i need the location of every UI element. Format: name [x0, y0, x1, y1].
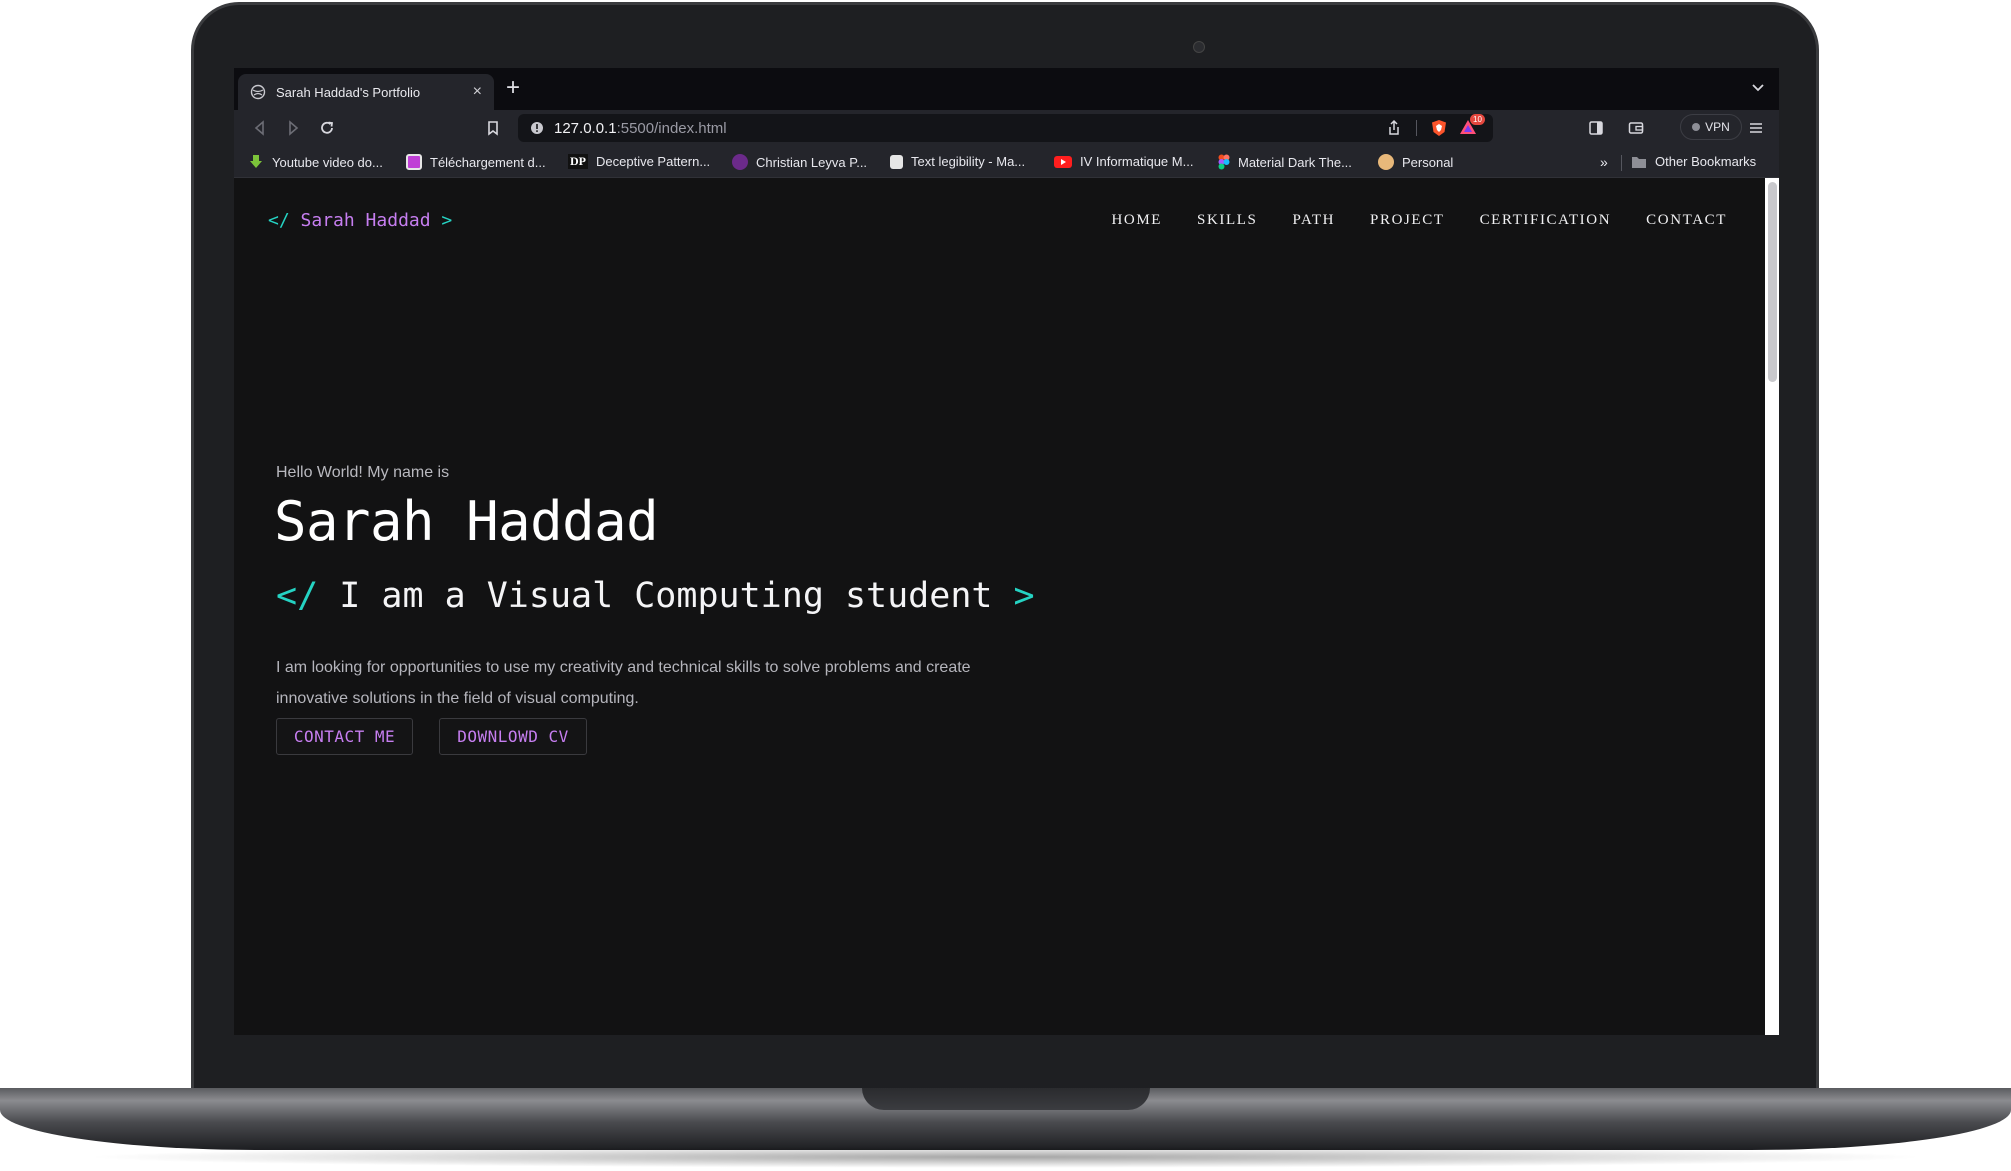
url-path: :5500/index.html — [616, 119, 727, 137]
bookmark-label: Material Dark The... — [1238, 154, 1352, 170]
sidebar-icon[interactable] — [1587, 119, 1605, 137]
laptop-mockup: Sarah Haddad's Portfolio × + 127.0.0.1:… — [0, 0, 2011, 1171]
tab-portfolio[interactable]: Sarah Haddad's Portfolio × — [238, 74, 494, 110]
role-text: I am a Visual Computing student — [339, 576, 993, 616]
white-square-icon — [890, 154, 903, 169]
dp-logo-icon: DP — [568, 154, 588, 169]
vpn-button[interactable]: VPN — [1680, 114, 1742, 140]
bookmark-item[interactable]: Téléchargement d... — [406, 154, 546, 170]
bookmark-item[interactable]: Material Dark The... — [1218, 154, 1352, 170]
url-host: 127.0.0.1 — [554, 119, 617, 137]
forward-icon[interactable] — [284, 119, 302, 137]
brave-shield-icon[interactable] — [1430, 119, 1448, 137]
back-icon[interactable] — [251, 119, 269, 137]
browser-toolbar: 127.0.0.1:5500/index.html 10 VPN — [234, 110, 1779, 146]
green-download-icon — [250, 155, 262, 168]
brave-rewards-button[interactable]: 10 — [1456, 114, 1488, 137]
other-bookmarks-folder[interactable]: Other Bookmarks — [1631, 154, 1756, 169]
address-bar[interactable]: 127.0.0.1:5500/index.html — [518, 114, 1493, 142]
bookmarks-divider — [1621, 155, 1622, 171]
bookmark-label: Youtube video do... — [272, 154, 383, 170]
figma-icon — [1218, 154, 1230, 170]
bookmark-item[interactable]: DP Deceptive Pattern... — [568, 154, 710, 169]
logo-bracket-close: > — [441, 210, 453, 231]
hero-role: </ I am a Visual Computing student > — [276, 576, 1035, 616]
tab-title: Sarah Haddad's Portfolio — [276, 84, 421, 100]
wallet-icon[interactable] — [1627, 119, 1645, 137]
purple-circle-icon — [732, 154, 748, 170]
laptop-shadow — [80, 1146, 1931, 1168]
contact-me-button[interactable]: CONTACT ME — [276, 718, 413, 755]
hero-greeting: Hello World! My name is — [276, 464, 450, 481]
download-cv-button[interactable]: DOWNLOWD CV — [439, 718, 587, 755]
vpn-status-icon — [1692, 123, 1701, 131]
chevron-down-icon[interactable] — [1751, 80, 1765, 94]
menu-icon[interactable] — [1747, 119, 1765, 137]
vpn-label: VPN — [1705, 120, 1730, 134]
logo-name: Sarah Haddad — [300, 210, 431, 231]
scrollbar-thumb[interactable] — [1768, 182, 1777, 382]
logo-bracket-open: </ — [268, 210, 290, 231]
laptop-notch — [862, 1088, 1150, 1110]
scrollbar[interactable] — [1765, 178, 1779, 1035]
purple-square-icon — [406, 154, 422, 170]
site-logo[interactable]: </ Sarah Haddad > — [268, 210, 452, 231]
rewards-badge: 10 — [1470, 114, 1485, 125]
tab-strip: Sarah Haddad's Portfolio × + — [234, 68, 1779, 110]
reload-icon[interactable] — [318, 119, 336, 137]
bookmark-label: IV Informatique M... — [1080, 154, 1194, 169]
nav-contact[interactable]: CONTACT — [1646, 212, 1727, 229]
bookmark-item[interactable]: Youtube video do... — [248, 154, 383, 170]
hero-name: Sarah Haddad — [274, 490, 659, 553]
avatar-icon — [1378, 154, 1394, 170]
bookmarks-overflow-button[interactable]: » — [1600, 154, 1608, 170]
other-bookmarks-label: Other Bookmarks — [1655, 154, 1757, 169]
bookmark-item[interactable]: IV Informatique M... — [1054, 154, 1193, 169]
toolbar-divider — [1416, 120, 1417, 136]
folder-icon — [1632, 156, 1646, 168]
nav-certification[interactable]: CERTIFICATION — [1480, 212, 1612, 229]
hero-description: I am looking for opportunities to use my… — [276, 659, 971, 707]
close-icon[interactable]: × — [473, 83, 482, 101]
bookmark-label: Text legibility - Ma... — [911, 154, 1026, 169]
new-tab-button[interactable]: + — [506, 76, 520, 100]
role-bracket-open: </ — [276, 576, 319, 616]
info-icon[interactable] — [530, 121, 544, 135]
youtube-icon — [1054, 155, 1072, 168]
bookmark-label: Christian Leyva P... — [756, 154, 868, 170]
nav-project[interactable]: PROJECT — [1370, 212, 1445, 229]
browser-window: Sarah Haddad's Portfolio × + 127.0.0.1:… — [234, 68, 1779, 1035]
role-bracket-close: > — [1013, 576, 1035, 616]
site-nav: HOME SKILLS PATH PROJECT CERTIFICATION C… — [1111, 212, 1727, 229]
bookmark-label: Téléchargement d... — [430, 154, 546, 170]
globe-icon — [250, 84, 266, 100]
bookmarks-bar: Youtube video do... Téléchargement d... … — [234, 146, 1779, 178]
share-icon[interactable] — [1385, 119, 1403, 137]
camera-icon — [1193, 41, 1205, 53]
bookmark-label: Deceptive Pattern... — [596, 154, 711, 169]
bookmark-label: Personal — [1402, 154, 1454, 170]
page-viewport: </ Sarah Haddad > HOME SKILLS PATH PROJE… — [234, 178, 1779, 1035]
bookmark-item[interactable]: Christian Leyva P... — [732, 154, 867, 170]
nav-home[interactable]: HOME — [1111, 212, 1162, 229]
nav-path[interactable]: PATH — [1292, 212, 1335, 229]
bookmark-item[interactable]: Personal — [1378, 154, 1453, 170]
bookmark-icon[interactable] — [484, 119, 502, 137]
bookmark-item[interactable]: Text legibility - Ma... — [890, 154, 1025, 169]
nav-skills[interactable]: SKILLS — [1197, 212, 1257, 229]
